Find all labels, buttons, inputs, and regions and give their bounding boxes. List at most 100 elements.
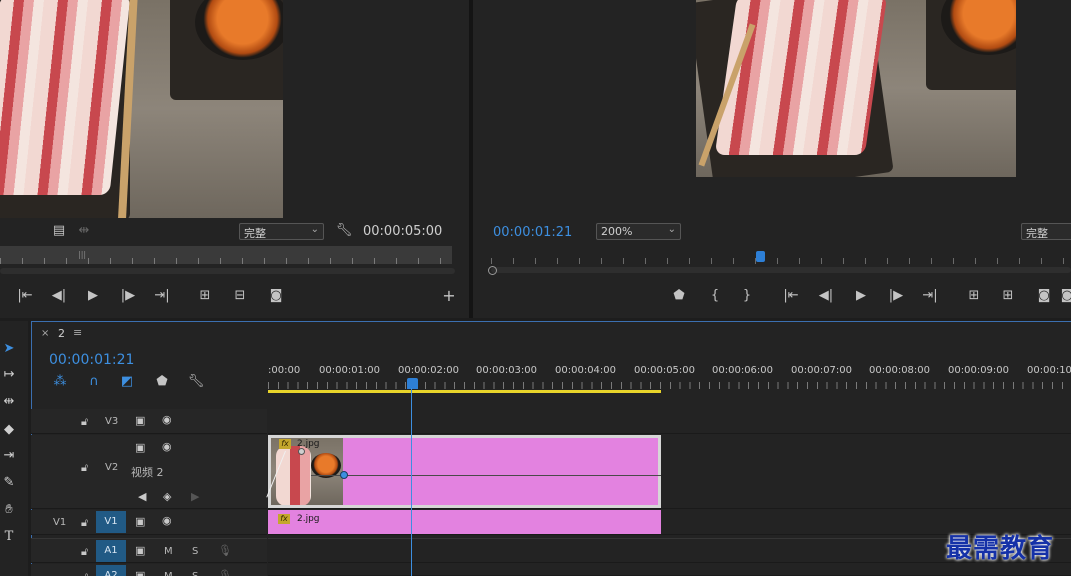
mark-out-icon[interactable]: ⇥| <box>153 289 171 303</box>
add-marker-icon[interactable]: ⬟ <box>670 289 688 303</box>
timeline-timecode[interactable]: 00:00:01:21 <box>49 352 134 368</box>
source-scrub-bar[interactable]: ||| <box>0 246 452 264</box>
source-scroll-bar[interactable] <box>0 268 455 274</box>
target-track-a1[interactable]: A1 <box>96 540 126 562</box>
more-icon[interactable]: ◙ <box>1058 289 1071 303</box>
insert-overlay-icon[interactable]: ⇹ <box>75 224 93 238</box>
clip-v1[interactable]: fx 2.jpg <box>268 510 661 534</box>
source-monitor-frame <box>0 0 283 218</box>
track-name-v2: 视频 2 <box>131 466 164 479</box>
track-header-a1: 🔓︎ A1 ▣ M S 🎙︎ <box>31 538 267 563</box>
track-area-v3[interactable] <box>268 409 1071 434</box>
lock-icon[interactable]: 🔓︎ <box>81 415 88 429</box>
track-area-a2[interactable] <box>268 564 1071 576</box>
lock-icon[interactable]: 🔓︎ <box>81 545 88 559</box>
source-monitor: ▤ ⇹ 完整 ⌄ 🔧︎ 00:00:05:00 ||| |⇤ ◀| ▶ |▶ ⇥… <box>0 0 469 318</box>
timeline-playhead-line <box>411 388 412 576</box>
step-forward-icon[interactable]: |▶ <box>119 289 137 303</box>
timeline-settings-icon[interactable]: 🔧︎ <box>187 375 205 389</box>
solo-button-a2[interactable]: S <box>192 571 198 576</box>
target-track-v1[interactable]: V1 <box>96 511 126 533</box>
go-to-out-icon[interactable]: ⇥| <box>921 289 939 303</box>
go-to-in-icon[interactable]: |⇤ <box>782 289 800 303</box>
close-tab-icon[interactable]: × <box>41 328 49 339</box>
eye-icon[interactable]: ◉ <box>162 440 172 453</box>
ripple-edit-tool-icon[interactable]: ⇹ <box>0 393 18 411</box>
source-quality-select[interactable]: 完整 ⌄ <box>239 223 324 240</box>
add-button-icon[interactable]: + <box>440 288 458 304</box>
program-timecode[interactable]: 00:00:01:21 <box>493 225 572 240</box>
program-scroll-bar[interactable] <box>491 267 1071 273</box>
eye-icon[interactable]: ◉ <box>162 514 172 527</box>
snap-icon[interactable]: ∩ <box>85 375 103 389</box>
opacity-rubber-band[interactable] <box>311 475 661 476</box>
razor-tool-icon[interactable]: ◆ <box>0 421 18 439</box>
program-quality-select[interactable]: 完整 <box>1021 223 1071 240</box>
next-keyframe-icon[interactable]: ▶ <box>191 490 199 503</box>
eye-icon[interactable]: ◉ <box>162 413 172 426</box>
ruler-label: 00:00:06:00 <box>712 365 774 376</box>
hand-tool-icon[interactable]: ✋︎ <box>0 501 18 519</box>
settings-icon[interactable]: ▤ <box>50 224 68 238</box>
solo-button-a1[interactable]: S <box>192 546 198 557</box>
sequence-tab[interactable]: 2 <box>58 327 65 340</box>
ruler-label: 00:00:02:00 <box>398 365 460 376</box>
add-keyframe-icon[interactable]: ◈ <box>163 490 171 503</box>
sync-lock-icon[interactable]: ▣ <box>135 515 145 528</box>
play-icon[interactable]: ▶ <box>852 289 870 303</box>
mark-in-icon[interactable]: |⇤ <box>16 289 34 303</box>
overwrite-icon[interactable]: ⊟ <box>231 289 249 303</box>
linked-selection-icon[interactable]: ◩ <box>118 375 136 389</box>
keyframe-marker[interactable] <box>298 448 305 455</box>
time-ruler[interactable]: :00:00 00:00:01:00 00:00:02:00 00:00:03:… <box>268 360 1071 394</box>
target-track-a2[interactable]: A2 <box>96 565 126 576</box>
ruler-label: 00:00:07:00 <box>791 365 853 376</box>
insert-icon[interactable]: ⊞ <box>196 289 214 303</box>
scroll-handle[interactable] <box>488 266 497 275</box>
slip-tool-icon[interactable]: ⇥ <box>0 447 18 465</box>
track-header-v2: ▣ ◉ 🔓︎ V2 视频 2 ◀ ◈ ▶ <box>31 435 267 509</box>
premiere-window: ▤ ⇹ 完整 ⌄ 🔧︎ 00:00:05:00 ||| |⇤ ◀| ▶ |▶ ⇥… <box>0 0 1071 576</box>
lock-icon[interactable]: 🔓︎ <box>81 461 88 475</box>
selection-tool-icon[interactable]: ➤ <box>0 340 18 358</box>
keyframe-marker[interactable] <box>340 471 348 479</box>
panel-menu-icon[interactable]: ≡ <box>73 326 82 339</box>
track-select-tool-icon[interactable]: ↦ <box>0 366 18 384</box>
fx-badge: fx <box>278 514 290 524</box>
sync-lock-icon[interactable]: ▣ <box>135 569 145 576</box>
sync-lock-icon[interactable]: ▣ <box>135 414 145 427</box>
export-frame-icon[interactable]: ◙ <box>1035 289 1053 303</box>
lock-icon[interactable]: 🔓︎ <box>81 570 88 576</box>
timeline-playhead[interactable] <box>407 378 418 389</box>
microphone-icon[interactable]: 🎙︎ <box>218 569 232 576</box>
type-tool-icon[interactable]: T <box>0 528 18 546</box>
mute-button-a1[interactable]: M <box>164 546 173 557</box>
mark-out-brace-icon[interactable]: } <box>738 289 756 303</box>
work-area-bar[interactable] <box>268 390 661 393</box>
sync-lock-icon[interactable]: ▣ <box>135 544 145 557</box>
add-marker-icon[interactable]: ⬟ <box>153 375 171 389</box>
source-track-v1[interactable]: V1 <box>53 517 66 528</box>
fx-badge: fx <box>279 439 291 449</box>
program-zoom-select[interactable]: 200% ⌄ <box>596 223 681 240</box>
pen-tool-icon[interactable]: ✎ <box>0 474 18 492</box>
mark-in-brace-icon[interactable]: { <box>706 289 724 303</box>
microphone-icon[interactable]: 🎙︎ <box>218 544 232 557</box>
nest-toggle-icon[interactable]: ⁂ <box>51 375 69 389</box>
ruler-label: 00:00:08:00 <box>869 365 931 376</box>
program-playhead[interactable] <box>756 251 765 262</box>
step-forward-icon[interactable]: |▶ <box>887 289 905 303</box>
play-icon[interactable]: ▶ <box>84 289 102 303</box>
step-back-icon[interactable]: ◀| <box>817 289 835 303</box>
lift-icon[interactable]: ⊞ <box>965 289 983 303</box>
lock-icon[interactable]: 🔓︎ <box>81 516 88 530</box>
export-frame-icon[interactable]: ◙ <box>267 289 285 303</box>
program-scrub-ruler[interactable] <box>491 252 1071 264</box>
wrench-icon[interactable]: 🔧︎ <box>335 224 353 238</box>
mute-button-a2[interactable]: M <box>164 571 173 576</box>
sync-lock-icon[interactable]: ▣ <box>135 441 145 454</box>
step-back-icon[interactable]: ◀| <box>50 289 68 303</box>
clip-v2[interactable]: fx 2.jpg <box>266 435 661 508</box>
previous-keyframe-icon[interactable]: ◀ <box>138 490 146 503</box>
extract-icon[interactable]: ⊞ <box>999 289 1017 303</box>
